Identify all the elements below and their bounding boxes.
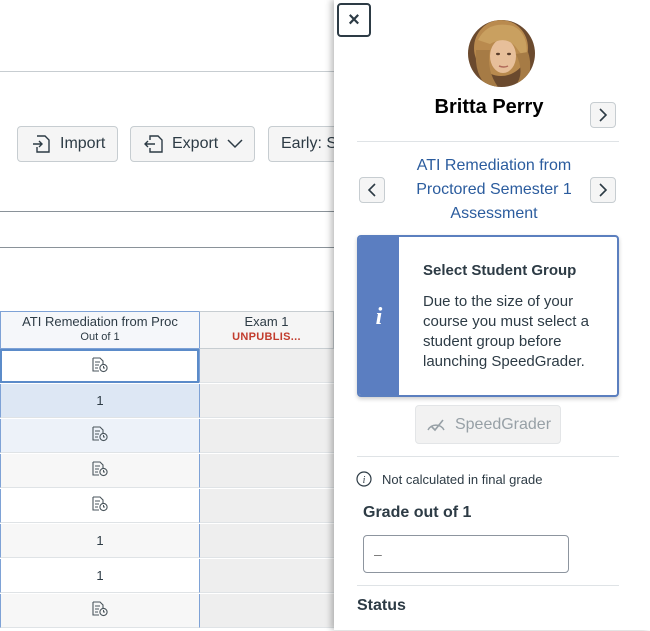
svg-text:i: i <box>363 475 366 486</box>
grade-value: 1 <box>96 533 104 548</box>
speedgrader-button[interactable]: SpeedGrader <box>415 405 561 444</box>
filter-divider-top <box>0 211 334 212</box>
export-button[interactable]: Export <box>130 126 255 162</box>
column-title: Exam 1 <box>244 314 289 329</box>
grade-input[interactable] <box>363 535 569 573</box>
grade-label: Grade out of 1 <box>363 504 472 521</box>
grade-cell[interactable]: 1 <box>0 384 199 418</box>
note-text: Not calculated in final grade <box>382 471 543 487</box>
grade-cell[interactable] <box>199 384 334 418</box>
column-title: ATI Remediation from Proc <box>22 314 178 329</box>
not-calculated-note: i Not calculated in final grade <box>356 471 542 487</box>
filter-divider-bottom <box>0 247 334 248</box>
grade-value: 1 <box>96 568 104 583</box>
divider <box>357 456 619 457</box>
previous-assignment-button[interactable] <box>359 177 385 203</box>
chevron-right-icon <box>599 183 608 197</box>
grade-value: 1 <box>96 393 104 408</box>
import-label: Import <box>60 135 106 152</box>
info-icon: i <box>359 237 399 395</box>
close-tray-button[interactable]: × <box>337 3 371 37</box>
import-icon <box>33 135 50 153</box>
gradebook-grid: ATI Remediation from Proc Out of 1 Exam … <box>0 311 334 631</box>
grade-cell[interactable] <box>0 454 199 488</box>
chevron-down-icon <box>227 139 243 149</box>
grade-cell[interactable] <box>0 419 199 453</box>
close-icon: × <box>348 8 360 31</box>
table-row <box>0 454 334 488</box>
grade-cell[interactable]: 1 <box>0 559 199 593</box>
table-row: 1 <box>0 524 334 558</box>
export-icon <box>144 135 163 153</box>
submission-icon <box>91 356 109 376</box>
info-icon-glyph: i <box>375 303 383 330</box>
grade-cell[interactable] <box>0 349 199 383</box>
table-row <box>0 489 334 523</box>
status-label: Status <box>357 597 406 614</box>
submission-icon <box>91 461 109 480</box>
speedgrader-icon <box>427 419 445 431</box>
grade-cell[interactable] <box>0 594 199 628</box>
divider <box>357 141 619 142</box>
grade-cell[interactable] <box>199 559 334 593</box>
table-row <box>0 349 334 383</box>
next-student-button[interactable] <box>590 102 616 128</box>
submission-icon <box>91 601 109 620</box>
chevron-right-icon <box>599 108 608 122</box>
chevron-left-icon <box>367 183 376 197</box>
column-points: Out of 1 <box>80 331 120 343</box>
divider <box>357 585 619 586</box>
submission-icon <box>91 496 109 515</box>
next-assignment-button[interactable] <box>590 177 616 203</box>
section-filter-label: Early: S <box>281 135 338 152</box>
assignment-link[interactable]: ATI Remediation from Proctored Semester … <box>394 154 594 226</box>
avatar <box>468 20 535 87</box>
table-row <box>0 419 334 453</box>
alert-body: Due to the size of your course you must … <box>423 293 589 370</box>
unpublished-label: UNPUBLIS... <box>232 331 301 343</box>
grade-cell[interactable] <box>199 454 334 488</box>
grade-cell[interactable]: 1 <box>0 524 199 558</box>
table-row: 1 <box>0 384 334 418</box>
grade-cell[interactable] <box>199 419 334 453</box>
table-row <box>0 594 334 628</box>
top-divider <box>0 71 334 72</box>
export-label: Export <box>172 135 219 152</box>
submission-icon <box>91 426 109 445</box>
column-header-exam-1[interactable]: Exam 1 UNPUBLIS... <box>199 311 334 349</box>
grade-cell[interactable] <box>199 524 334 558</box>
import-button[interactable]: Import <box>17 126 118 162</box>
grade-cell[interactable] <box>199 594 334 628</box>
select-student-group-alert: i Select Student Group Due to the size o… <box>357 235 619 397</box>
grade-cell[interactable] <box>199 489 334 523</box>
grade-cell[interactable] <box>0 489 199 523</box>
table-row: 1 <box>0 559 334 593</box>
speedgrader-label: SpeedGrader <box>454 415 552 433</box>
grade-cell[interactable] <box>199 349 334 383</box>
column-header-ati-remediation[interactable]: ATI Remediation from Proc Out of 1 <box>0 311 199 349</box>
alert-title: Select Student Group <box>423 262 577 279</box>
student-tray: × Britta Perry ATI Remediation from Proc… <box>334 0 650 630</box>
info-circle-icon: i <box>356 471 372 487</box>
